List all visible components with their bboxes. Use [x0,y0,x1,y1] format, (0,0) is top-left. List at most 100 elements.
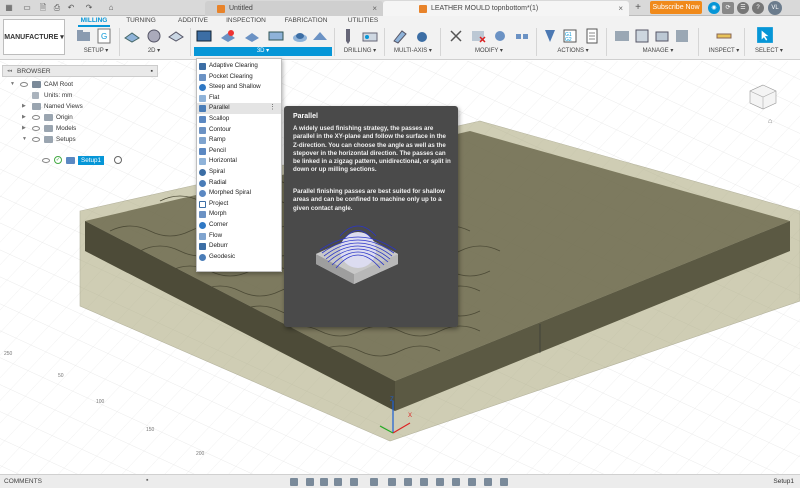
group-multi-axis[interactable]: MULTI-AXIS ▾ [388,47,438,56]
menu-item-deburr[interactable]: Deburr [197,241,281,252]
visibility-eye-icon[interactable] [32,137,40,142]
new-tab-plus-icon[interactable]: + [633,3,643,13]
menu-item-geodesic[interactable]: Geodesic [197,252,281,263]
extensions-icon[interactable]: ◉ [708,2,720,14]
tab-utilities[interactable]: UTILITIES [346,17,380,25]
undo-icon[interactable]: ↶ [66,3,76,13]
chevron-right-icon[interactable]: ▶ [22,112,26,123]
pattern-icon[interactable] [514,28,530,44]
swarf-icon[interactable] [392,28,408,44]
group-drilling[interactable]: DRILLING ▾ [338,47,382,56]
group-select[interactable]: SELECT ▾ [752,47,786,56]
cut-icon[interactable] [448,28,464,44]
home-view-icon[interactable]: ⌂ [768,118,776,126]
tree-item-setups[interactable]: ▼ Setups [22,134,142,145]
select-icon[interactable] [756,26,774,44]
tab-untitled[interactable]: Untitled × [205,1,383,16]
menu-item-flow[interactable]: Flow [197,231,281,242]
measure-icon[interactable] [716,28,732,44]
tab-additive[interactable]: ADDITIVE [176,17,210,25]
tab-active-document[interactable]: LEATHER MOULD topnbottom*(1) × [383,1,629,16]
zoom-icon[interactable] [334,478,342,486]
group-manage[interactable]: MANAGE ▾ [636,47,680,56]
orbit-icon[interactable] [290,478,298,486]
stock-display-icon[interactable] [436,478,444,486]
menu-item-parallel[interactable]: Parallel ⋮ [197,103,281,114]
visibility-eye-icon[interactable] [20,82,28,87]
redo-icon[interactable]: ↷ [84,3,94,13]
look-at-icon[interactable] [306,478,314,486]
help-icon[interactable]: ? [752,2,764,14]
effects-icon[interactable] [500,478,508,486]
tree-item-named-views[interactable]: ▶ Named Views [22,101,142,112]
panel-toggle-icon[interactable]: ▪ [151,66,153,77]
tab-fabrication[interactable]: FABRICATION [284,17,328,25]
tree-item-origin[interactable]: ▶ Origin [22,112,142,123]
menu-item-spiral[interactable]: Spiral [197,167,281,178]
menu-item-pocket-clearing[interactable]: Pocket Clearing [197,72,281,83]
apps-grid-icon[interactable]: ▦ [4,3,14,13]
subscribe-button[interactable]: Subscribe Now [650,1,702,14]
menu-item-flat[interactable]: Flat [197,93,281,104]
visibility-eye-icon[interactable] [42,158,50,163]
menu-item-contour[interactable]: Contour [197,125,281,136]
save-icon[interactable]: ⎙ [52,3,62,13]
drill-icon[interactable] [340,28,356,44]
toolpath-display-icon[interactable] [420,478,428,486]
menu-item-steep-and-shallow[interactable]: Steep and Shallow [197,82,281,93]
menu-item-corner[interactable]: Corner [197,220,281,231]
close-icon[interactable]: × [618,1,623,16]
visibility-eye-icon[interactable] [32,115,40,120]
face-icon[interactable] [124,28,140,44]
3d-pocket-icon[interactable] [220,28,236,44]
comments-panel-toggle[interactable]: COMMENTS [4,476,42,488]
3d-parallel-icon[interactable] [268,28,284,44]
delete-toolpath-icon[interactable] [470,28,486,44]
group-setup[interactable]: SETUP ▾ [74,47,118,56]
menu-item-ramp[interactable]: Ramp [197,135,281,146]
3d-contour-icon[interactable] [292,28,308,44]
group-2d[interactable]: 2D ▾ [140,47,168,56]
chevron-right-icon[interactable]: ▶ [22,101,26,112]
tab-milling[interactable]: MILLING [78,17,110,27]
appearance-icon[interactable] [484,478,492,486]
section-analysis-icon[interactable] [468,478,476,486]
post-process-icon[interactable]: G1G2 [562,28,578,44]
menu-item-scallop[interactable]: Scallop [197,114,281,125]
viewports-icon[interactable] [404,478,412,486]
group-modify[interactable]: MODIFY ▾ [466,47,512,56]
menu-item-pencil[interactable]: Pencil [197,146,281,157]
machine-library-icon[interactable] [614,28,630,44]
menu-item-morphed-spiral[interactable]: Morphed Spiral [197,188,281,199]
hole-recognition-icon[interactable] [362,28,378,44]
activate-radio-icon[interactable] [114,156,122,164]
setup-sheet-icon[interactable] [584,28,600,44]
3d-flat-icon[interactable] [312,28,328,44]
menu-item-adaptive-clearing[interactable]: Adaptive Clearing [197,61,281,72]
menu-item-morph[interactable]: Morph [197,209,281,220]
chevron-right-icon[interactable]: ▶ [22,123,26,134]
display-settings-icon[interactable] [370,478,378,486]
chevron-down-icon[interactable]: ▼ [10,79,15,90]
close-icon[interactable]: × [372,1,377,16]
data-panel-icon[interactable]: ▭ [22,3,32,13]
workspace-switcher[interactable]: MANUFACTURE ▾ [3,19,65,55]
3d-adaptive-icon[interactable] [196,28,212,44]
more-options-icon[interactable]: ⋮ [269,103,276,114]
panel-toggle-icon[interactable]: ▪ [146,477,148,484]
viewcube[interactable] [748,83,778,111]
template-library-icon[interactable] [654,28,670,44]
move-icon[interactable] [492,28,508,44]
2d-adaptive-icon[interactable] [146,28,162,44]
group-inspect[interactable]: INSPECT ▾ [706,47,742,56]
grid-settings-icon[interactable] [388,478,396,486]
tree-item-units[interactable]: Units: mm [22,90,142,101]
job-status-icon[interactable]: ⟳ [722,2,734,14]
file-icon[interactable]: 🗎 [38,3,48,13]
2d-pocket-icon[interactable] [168,28,184,44]
tree-item-setup1[interactable]: ✓ Setup1 [42,155,152,166]
tool-library-icon[interactable] [634,28,650,44]
tree-item-cam-root[interactable]: ▼ CAM Root [10,79,150,90]
new-setup-icon[interactable]: G [96,28,112,44]
visibility-eye-icon[interactable] [32,126,40,131]
